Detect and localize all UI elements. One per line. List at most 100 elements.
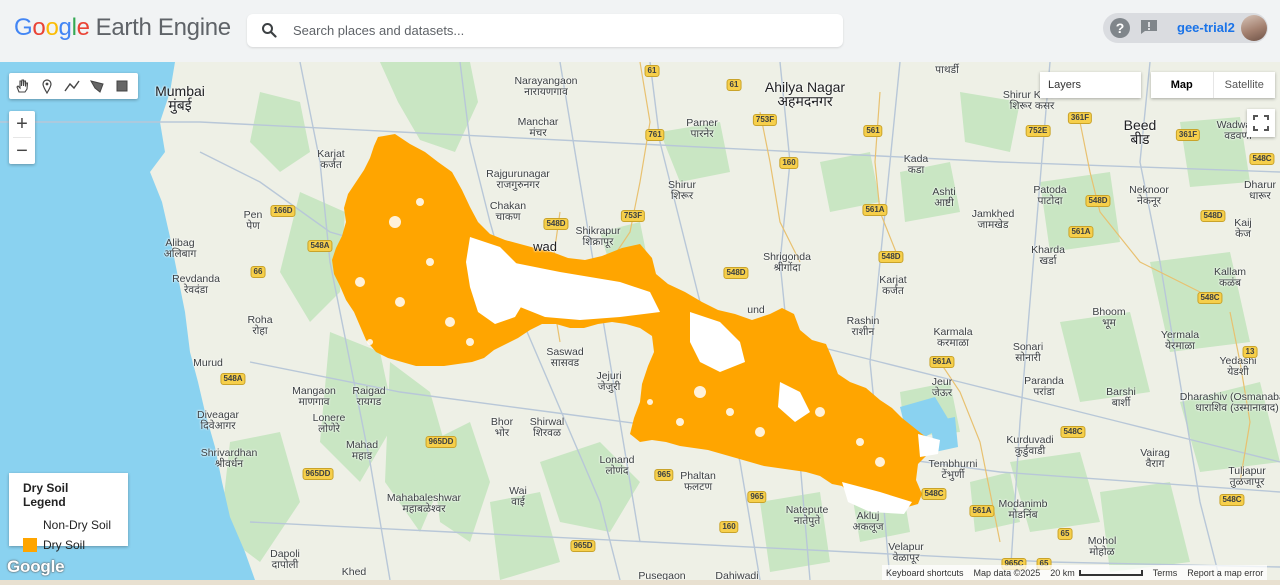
polygon-icon[interactable] [84,73,109,99]
place-label[interactable]: Kharda खर्डा [1031,245,1065,267]
search-input[interactable] [293,14,823,47]
marker-icon[interactable] [34,73,59,99]
hand-icon[interactable] [9,73,34,99]
keyboard-shortcuts-link[interactable]: Keyboard shortcuts [886,568,964,578]
highway-shield: 166D [270,205,296,217]
place-label[interactable]: Sonari सोनारी [1013,342,1043,364]
place-label[interactable]: Mahad महाड [346,440,378,462]
highway-shield: 548D [878,251,904,263]
place-label[interactable]: Dahiwadi [715,571,758,581]
place-label[interactable]: Manchar मंचर [518,117,559,139]
place-label[interactable]: Pen पेण [244,210,263,232]
username[interactable]: gee-trial2 [1177,20,1235,35]
place-label[interactable]: Rashin राशीन [847,316,880,338]
place-label[interactable]: Ashti आष्टी [932,187,955,209]
layers-button[interactable]: Layers [1040,72,1141,98]
place-label-partial[interactable]: wad [533,240,557,254]
place-label[interactable]: Paranda परांडा [1024,376,1064,398]
place-label[interactable]: Natepute नातेपुते [786,505,829,527]
place-label[interactable]: Patoda पाटोदा [1033,185,1066,207]
place-label[interactable]: Lonand लोणंद [599,455,634,477]
place-label[interactable]: Mohol मोहोळ [1088,536,1117,558]
place-label[interactable]: Roha रोहा [247,315,272,337]
highway-shield: 761 [645,129,665,141]
place-label[interactable]: Pusegaon [638,571,685,581]
place-label[interactable]: Kada कडा [904,154,929,176]
rectangle-icon[interactable] [109,73,134,99]
place-label[interactable]: Shirwal शिरवळ [530,417,564,439]
earth-engine-logo[interactable]: Google Earth Engine [14,14,231,42]
feedback-icon[interactable] [1140,19,1158,35]
line-icon[interactable] [59,73,84,99]
place-label[interactable]: Bhoom भूम [1092,307,1125,329]
place-label[interactable]: Velapur वेळापूर [888,542,924,564]
place-label[interactable]: Alibag अलिबाग [164,238,197,260]
place-label[interactable]: Shikrapur शिक्रापूर [576,226,621,248]
place-label[interactable]: Vairag वैराग [1140,448,1170,470]
place-label[interactable]: Diveagar दिवेआगर [197,410,239,432]
place-label[interactable]: Yermala येरमाळा [1161,330,1199,352]
highway-shield: 160 [779,157,799,169]
help-icon[interactable]: ? [1110,18,1130,38]
highway-shield: 361F [1067,112,1093,124]
place-label[interactable]: Rajgurunagar राजगुरुनगर [486,169,550,191]
scale-label[interactable]: 20 km [1050,568,1075,578]
place-label[interactable]: Neknoor नेकनूर [1129,185,1169,207]
place-label[interactable]: Jeur जेऊर [932,377,952,399]
place-mumbai[interactable]: Mumbai मुंबई [155,84,205,112]
place-label[interactable]: Yedashi येडशी [1220,356,1257,378]
place-label[interactable]: Wai वाई [509,486,527,508]
highway-shield: 965DD [425,436,457,448]
map-type-satellite[interactable]: Satellite [1214,72,1276,98]
place-label[interactable]: Parner पारनेर [686,118,718,140]
place-beed[interactable]: Beed बीड [1124,118,1157,146]
place-label[interactable]: Kurduvadi कुर्डुवाडी [1006,435,1053,457]
place-label[interactable]: Murud [193,358,223,369]
place-label[interactable]: Kaij केज [1234,218,1252,240]
place-ahilya-nagar[interactable]: Ahilya Nagar अहमदनगर [765,80,845,108]
place-label[interactable]: Tuljapur तुळजापूर [1228,466,1266,488]
place-label[interactable]: Dharashiv (Osmanabad)धाराशिव (उस्मानाबाद… [1180,392,1280,414]
place-label[interactable]: Phaltan फलटण [680,471,716,493]
avatar[interactable] [1241,15,1267,41]
place-label[interactable]: Karmala करमाळा [933,327,972,349]
google-logo: Google [7,557,65,576]
search-bar[interactable] [247,14,843,47]
place-label[interactable]: Karjat कर्जत [879,275,906,297]
legend-item-non-dry: Non-Dry Soil [23,515,114,535]
fullscreen-button[interactable] [1247,109,1275,137]
place-label[interactable]: Narayangaon नारायणगाव [514,76,577,98]
report-map-error-link[interactable]: Report a map error [1187,568,1263,578]
zoom-in-button[interactable]: + [9,111,35,137]
place-label[interactable]: Karjat कर्जत [317,149,344,171]
place-label[interactable]: पाथर्डी [935,65,959,76]
map-canvas[interactable]: Mumbai मुंबई Ahilya Nagar अहमदनगर Beed बीड … [0,62,1280,580]
place-label[interactable]: Chakan चाकण [490,201,526,223]
place-label[interactable]: Khed [342,567,367,578]
place-label[interactable]: Dharur धारूर [1244,180,1276,202]
place-label[interactable]: Bhor भोर [491,417,513,439]
place-label[interactable]: Mangaon माणगाव [292,386,336,408]
place-label[interactable]: Tembhurni टेंभुर्णी [928,459,977,481]
place-label[interactable]: Shirur शिरूर [668,180,696,202]
place-label[interactable]: Mahabaleshwar महाबळेश्वर [387,493,461,515]
place-label-partial[interactable]: und [747,305,765,316]
zoom-out-button[interactable]: − [9,138,35,164]
highway-shield: 61 [726,79,742,91]
place-label[interactable]: Saswad सासवड [546,347,583,369]
place-label[interactable]: Lonere लोणेरे [313,413,346,435]
place-label[interactable]: Shrigonda श्रीगोंदा [763,252,811,274]
place-label[interactable]: Jamkhed जामखेड [972,209,1015,231]
place-label[interactable]: Raigad रायगड [352,386,385,408]
place-label[interactable]: Modanimb मोडनिंब [998,499,1047,521]
place-label[interactable]: Kallam कळंब [1214,267,1246,289]
place-label[interactable]: Dapoli दापोली [270,549,300,571]
account-bar: ? gee-trial2 [1103,13,1268,43]
place-label[interactable]: Revdanda रेवदंडा [172,274,220,296]
terms-link[interactable]: Terms [1153,568,1178,578]
place-label[interactable]: Barshi बार्शी [1106,387,1136,409]
place-label[interactable]: Akluj अकलूज [853,511,884,533]
place-label[interactable]: Shrivardhan श्रीवर्धन [201,448,258,470]
map-type-map[interactable]: Map [1151,72,1214,98]
place-label[interactable]: Jejuri जेजुरी [596,371,621,393]
